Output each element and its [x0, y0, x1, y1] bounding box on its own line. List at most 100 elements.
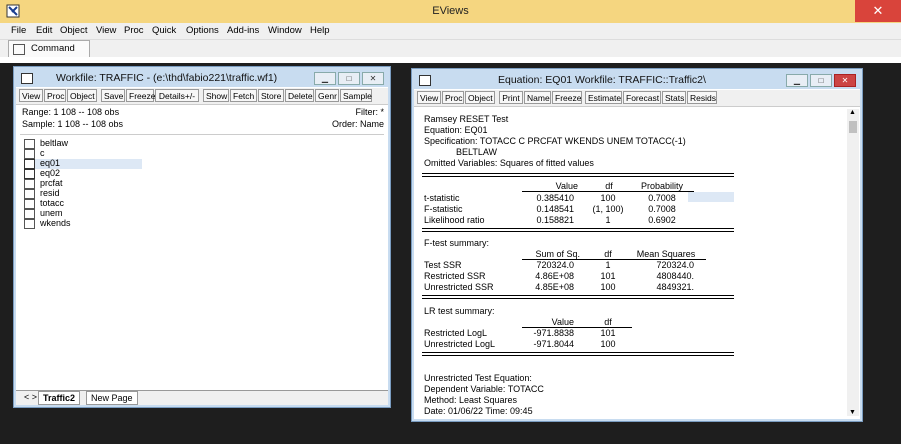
wf-genr-button[interactable]: Genr — [315, 89, 339, 102]
equation-icon — [24, 159, 35, 169]
command-label: Command — [31, 43, 75, 54]
workfile-range[interactable]: Range: 1 108 -- 108 obs — [22, 107, 119, 117]
wf-delete-button[interactable]: Delete — [285, 89, 314, 102]
equation-icon — [24, 169, 35, 179]
table-cell: -971.8044 — [533, 339, 574, 349]
workfile-sample[interactable]: Sample: 1 108 -- 108 obs — [22, 119, 123, 129]
menu-proc[interactable]: Proc — [124, 25, 144, 36]
table-cell: Test SSR — [424, 260, 462, 270]
eq-proc-button[interactable]: Proc — [442, 91, 464, 104]
workfile-order[interactable]: Order: Name — [332, 119, 384, 129]
menu-help[interactable]: Help — [310, 25, 330, 36]
workfile-minimize-button[interactable]: ▁ — [314, 72, 336, 85]
menu-quick[interactable]: Quick — [152, 25, 176, 36]
equation-scrollbar[interactable]: ▲ ▼ — [847, 109, 859, 416]
menu-view[interactable]: View — [96, 25, 116, 36]
wf-details-button[interactable]: Details+/- — [155, 89, 199, 102]
equation-titlebar[interactable]: Equation: EQ01 Workfile: TRAFFIC::Traffi… — [414, 71, 860, 89]
table-cell: 0.6902 — [648, 215, 676, 225]
tab-traffic2[interactable]: Traffic2 — [38, 391, 81, 405]
workfile-titlebar[interactable]: Workfile: TRAFFIC - (e:\thd\fabio221\tra… — [16, 69, 388, 87]
table-cell: 4808440. — [656, 271, 694, 281]
specification-cont: BELTLAW — [456, 147, 498, 157]
omitted-variables: Omitted Variables: Squares of fitted val… — [424, 158, 594, 168]
table-cell: 4.86E+08 — [535, 271, 574, 281]
wf-save-button[interactable]: Save — [101, 89, 125, 102]
series-icon — [24, 199, 35, 209]
method-line: Method: Least Squares — [424, 395, 518, 405]
eq-print-button[interactable]: Print — [499, 91, 523, 104]
menu-options[interactable]: Options — [186, 25, 219, 36]
eq-name-button[interactable]: Name — [524, 91, 551, 104]
date-time-line: Date: 01/06/22 Time: 09:45 — [424, 406, 533, 415]
scroll-up-icon[interactable]: ▲ — [849, 109, 856, 116]
specification-line: Specification: TOTACC C PRCFAT WKENDS UN… — [424, 136, 686, 146]
eq-forecast-button[interactable]: Forecast — [623, 91, 661, 104]
eq-resids-button[interactable]: Resids — [687, 91, 717, 104]
equation-line: Equation: EQ01 — [424, 125, 488, 135]
workfile-filter[interactable]: Filter: * — [355, 107, 384, 117]
lrtest-title: LR test summary: — [424, 306, 495, 316]
selected-cell[interactable] — [688, 192, 734, 202]
eq-estimate-button[interactable]: Estimate — [585, 91, 622, 104]
equation-maximize-button[interactable]: □ — [810, 74, 832, 87]
menu-window[interactable]: Window — [268, 25, 302, 36]
wf-object-button[interactable]: Object — [67, 89, 97, 102]
table-cell: 100 — [600, 339, 616, 349]
app-title: EViews — [432, 5, 469, 17]
menu-edit[interactable]: Edit — [36, 25, 52, 36]
table-cell: 0.148541 — [536, 204, 574, 214]
col-header: Sum of Sq. — [535, 249, 580, 259]
table-cell: Unrestricted LogL — [424, 339, 496, 349]
divider — [422, 228, 734, 232]
table-cell: 720324.0 — [536, 260, 574, 270]
menu-file[interactable]: File — [11, 25, 26, 36]
tab-new-page[interactable]: New Page — [86, 391, 138, 405]
menu-object[interactable]: Object — [60, 25, 87, 36]
table-cell: 4849321. — [656, 282, 694, 292]
eq-view-button[interactable]: View — [417, 91, 441, 104]
table-cell: F-statistic — [424, 204, 463, 214]
table-cell: 0.158821 — [536, 215, 574, 225]
workfile-close-button[interactable]: ✕ — [362, 72, 384, 85]
scroll-down-icon[interactable]: ▼ — [849, 409, 856, 416]
wf-freeze-button[interactable]: Freeze — [126, 89, 155, 102]
series-icon — [24, 189, 35, 199]
divider — [422, 173, 734, 177]
menu-addins[interactable]: Add-ins — [227, 25, 259, 36]
wf-sample-button[interactable]: Sample — [340, 89, 372, 102]
unrestricted-title: Unrestricted Test Equation: — [424, 373, 532, 383]
eq-object-button[interactable]: Object — [465, 91, 495, 104]
wf-show-button[interactable]: Show — [203, 89, 229, 102]
col-header: Mean Squares — [636, 249, 696, 259]
ftest-title: F-test summary: — [424, 238, 490, 248]
wf-view-button[interactable]: View — [19, 89, 43, 102]
test-title: Ramsey RESET Test — [424, 114, 509, 124]
menu-bar: File Edit Object View Proc Quick Options… — [0, 23, 901, 39]
wf-store-button[interactable]: Store — [258, 89, 284, 102]
workfile-window: Workfile: TRAFFIC - (e:\thd\fabio221\tra… — [14, 67, 390, 407]
table-cell: 101 — [600, 328, 616, 338]
equation-minimize-button[interactable]: ▁ — [786, 74, 808, 87]
equation-window: Equation: EQ01 Workfile: TRAFFIC::Traffi… — [412, 69, 862, 421]
workfile-object-list: beltlaw c eq01 eq02 prcfat resid totacc — [20, 134, 384, 380]
divider — [422, 295, 734, 299]
equation-close-button[interactable]: ✕ — [834, 74, 856, 87]
table-cell: 1 — [605, 260, 611, 270]
col-header: df — [604, 317, 612, 327]
workfile-maximize-button[interactable]: □ — [338, 72, 360, 85]
series-icon — [24, 219, 35, 229]
wf-proc-button[interactable]: Proc — [44, 89, 66, 102]
eq-freeze-button[interactable]: Freeze — [552, 91, 582, 104]
command-tab[interactable]: Command — [8, 40, 90, 58]
table-cell: 4.85E+08 — [535, 282, 574, 292]
app-close-button[interactable]: ✕ — [855, 0, 901, 22]
eq-stats-button[interactable]: Stats — [662, 91, 686, 104]
table-cell: 720324.0 — [656, 260, 694, 270]
scroll-thumb[interactable] — [849, 121, 857, 133]
col-header: Value — [551, 317, 574, 327]
table-cell: 0.385410 — [536, 193, 574, 203]
command-input-area[interactable] — [0, 57, 901, 63]
wf-fetch-button[interactable]: Fetch — [230, 89, 257, 102]
equation-output-table[interactable]: Ramsey RESET Test Equation: EQ01 Specifi… — [418, 109, 846, 415]
